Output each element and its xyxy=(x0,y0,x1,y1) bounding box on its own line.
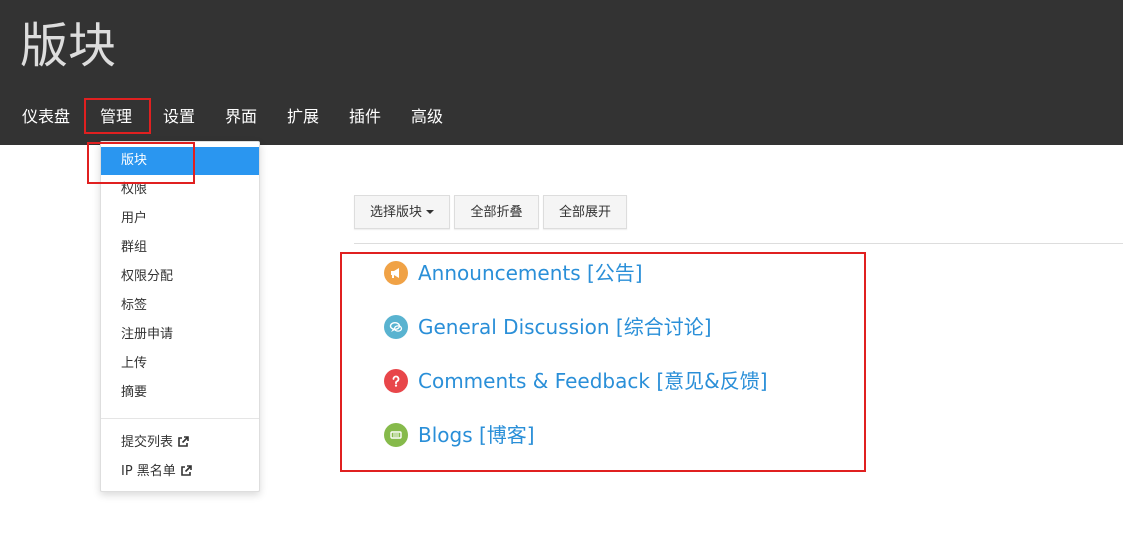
menu-item-categories[interactable]: 版块 xyxy=(101,147,259,175)
menu-item-users[interactable]: 用户 xyxy=(101,205,259,233)
menu-item-uploads[interactable]: 上传 xyxy=(101,350,259,378)
nav-dashboard[interactable]: 仪表盘 xyxy=(22,99,70,134)
page-title: 版块 xyxy=(20,18,117,74)
select-category-label: 选择版块 xyxy=(369,205,422,220)
nav-manage[interactable]: 管理 xyxy=(100,99,132,134)
nav-appearance[interactable]: 界面 xyxy=(225,99,257,134)
manage-dropdown-menu: 版块 权限 用户 群组 权限分配 标签 注册申请 上传 摘要 提交列表 IP 黑… xyxy=(100,141,260,492)
menu-item-ip-blacklist-label: IP 黑名单 xyxy=(121,464,176,479)
external-link-icon xyxy=(178,436,189,447)
external-link-icon xyxy=(181,465,192,476)
nav-advanced[interactable]: 高级 xyxy=(411,99,443,134)
nav-settings[interactable]: 设置 xyxy=(163,99,195,134)
menu-item-admins-mods[interactable]: 权限分配 xyxy=(101,263,259,291)
caret-down-icon xyxy=(426,210,434,214)
divider-line xyxy=(354,243,1123,244)
menu-item-ip-blacklist[interactable]: IP 黑名单 xyxy=(101,458,259,486)
category-title-blogs[interactable]: Blogs [博客] xyxy=(418,420,535,450)
menu-item-post-queue[interactable]: 提交列表 xyxy=(101,429,259,457)
menu-item-groups[interactable]: 群组 xyxy=(101,234,259,262)
menu-item-privileges[interactable]: 权限 xyxy=(101,176,259,204)
select-category-button[interactable]: 选择版块 xyxy=(354,195,450,229)
collapse-all-button[interactable]: 全部折叠 xyxy=(454,195,539,229)
comments-icon xyxy=(384,315,408,339)
menu-item-registration[interactable]: 注册申请 xyxy=(101,321,259,349)
menu-divider xyxy=(101,418,259,419)
admin-header: 版块 仪表盘 管理 设置 界面 扩展 插件 高级 xyxy=(0,0,1123,145)
category-title-comments-feedback[interactable]: Comments & Feedback [意见&反馈] xyxy=(418,366,768,396)
category-title-announcements[interactable]: Announcements [公告] xyxy=(418,258,643,288)
question-icon xyxy=(384,369,408,393)
menu-item-tags[interactable]: 标签 xyxy=(101,292,259,320)
nav-plugins[interactable]: 插件 xyxy=(349,99,381,134)
expand-all-button[interactable]: 全部展开 xyxy=(543,195,627,229)
category-title-general-discussion[interactable]: General Discussion [综合讨论] xyxy=(418,312,712,342)
bullhorn-icon xyxy=(384,261,408,285)
nav-extend[interactable]: 扩展 xyxy=(287,99,319,134)
menu-item-digest[interactable]: 摘要 xyxy=(101,379,259,407)
newspaper-icon xyxy=(384,423,408,447)
menu-item-post-queue-label: 提交列表 xyxy=(121,435,174,450)
